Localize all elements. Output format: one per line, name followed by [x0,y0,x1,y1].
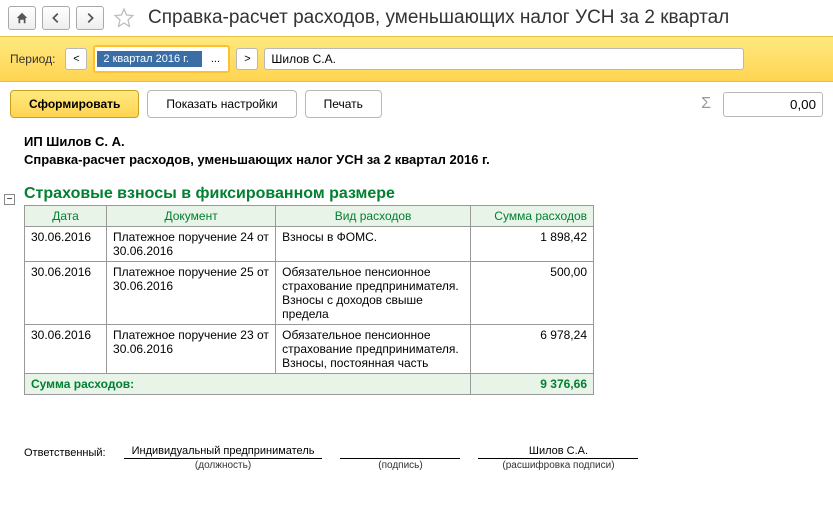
sum-input[interactable] [723,92,823,117]
section-title: Страховые взносы в фиксированном размере [24,185,809,203]
period-label: Период: [10,52,55,66]
expense-table: Дата Документ Вид расходов Сумма расходо… [24,205,594,395]
report-title: Справка-расчет расходов, уменьшающих нал… [24,152,809,167]
period-value[interactable]: 2 квартал 2016 г. [97,51,202,67]
signature-position: Индивидуальный предприниматель (должност… [124,445,323,471]
table-row: 30.06.2016 Платежное поручение 23 от 30.… [25,325,594,374]
user-input[interactable] [264,48,744,70]
favorite-icon[interactable] [114,8,134,28]
table-row: 30.06.2016 Платежное поручение 25 от 30.… [25,262,594,325]
col-date: Дата [25,206,107,227]
forward-button[interactable] [76,6,104,30]
back-button[interactable] [42,6,70,30]
col-type: Вид расходов [276,206,471,227]
signature-name: Шилов С.А. (расшифровка подписи) [478,445,638,471]
page-title: Справка-расчет расходов, уменьшающих нал… [148,7,729,29]
period-input-group[interactable]: 2 квартал 2016 г. ... [93,45,230,73]
table-row: 30.06.2016 Платежное поручение 24 от 30.… [25,227,594,262]
collapse-toggle[interactable]: − [4,194,15,205]
print-button[interactable]: Печать [305,90,382,118]
period-prev-button[interactable]: < [65,48,87,70]
home-button[interactable] [8,6,36,30]
sigma-icon: Σ [701,95,711,113]
period-picker-button[interactable]: ... [204,49,226,69]
responsible-label: Ответственный: [24,447,106,471]
signature-sign: (подпись) [340,445,460,471]
ip-name: ИП Шилов С. А. [24,134,809,149]
show-settings-button[interactable]: Показать настройки [147,90,296,118]
col-doc: Документ [107,206,276,227]
total-row: Сумма расходов: 9 376,66 [25,374,594,395]
period-next-button[interactable]: > [236,48,258,70]
generate-button[interactable]: Сформировать [10,90,139,118]
col-sum: Сумма расходов [470,206,593,227]
